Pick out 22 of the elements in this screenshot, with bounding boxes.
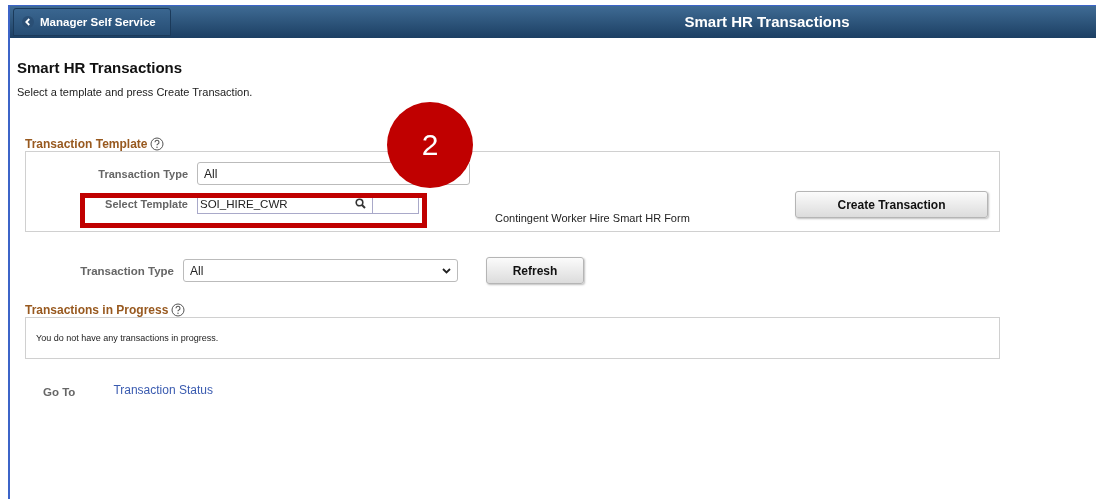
field-label: Select Template: [104, 197, 188, 210]
page-title: Smart HR Transactions: [17, 59, 184, 76]
create-transaction-button[interactable]: Create Transaction: [795, 191, 988, 218]
back-button[interactable]: Manager Self Service: [13, 8, 171, 36]
section-heading: Transaction Template: [25, 137, 148, 151]
back-icon: [22, 16, 34, 28]
go-to-label: Go To: [43, 386, 76, 398]
help-icon[interactable]: [150, 137, 165, 151]
refresh-button[interactable]: Refresh: [486, 257, 584, 284]
step-callout-tooltip: 2: [387, 102, 473, 188]
section-heading: Transactions in Progress: [25, 303, 169, 317]
field-label: Transaction Type: [79, 264, 174, 277]
help-icon[interactable]: [171, 303, 186, 317]
dropdown[interactable]: All: [183, 259, 458, 282]
instruction-text: Select a template and press Create Transaction.: [17, 86, 254, 98]
template-description: Contingent Worker Hire Smart HR Form: [495, 212, 690, 224]
empty-message: You do not have any transactions in progress.: [36, 333, 219, 343]
search-icon[interactable]: [355, 198, 366, 209]
caret-icon: [442, 267, 451, 274]
transaction-status-link[interactable]: Transaction Status: [113, 383, 213, 397]
field-label: Transaction Type: [97, 167, 188, 180]
page-header-title: Smart HR Transactions: [684, 13, 850, 30]
